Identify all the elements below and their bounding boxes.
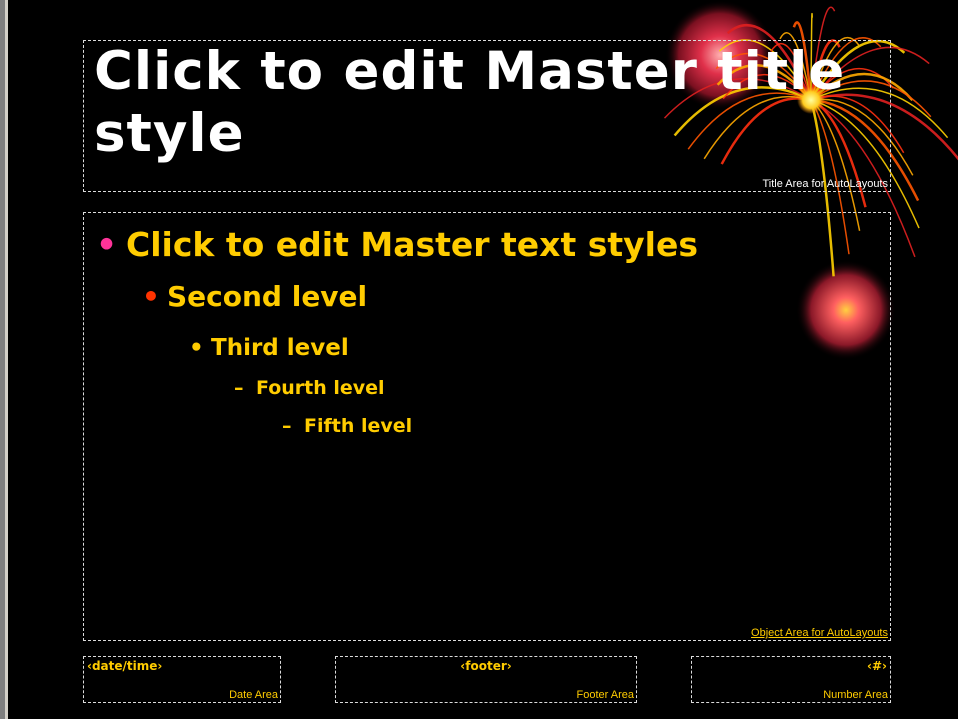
- bullet-level-4-icon: –: [234, 377, 244, 399]
- bullet-level-3-icon: •: [189, 335, 204, 361]
- date-area-label: Date Area: [229, 689, 278, 701]
- master-title-text[interactable]: Click to edit Master title style: [94, 41, 874, 165]
- bullet-level-2-icon: •: [142, 280, 160, 313]
- text-level-4[interactable]: – Fourth level: [234, 375, 385, 401]
- text-level-3-label: Third level: [211, 335, 349, 361]
- number-field[interactable]: ‹#›: [867, 658, 887, 674]
- text-level-5[interactable]: – Fifth level: [282, 413, 412, 439]
- bullet-level-5-icon: –: [282, 415, 292, 437]
- date-field[interactable]: ‹date/time›: [87, 658, 162, 674]
- text-level-1[interactable]: • Click to edit Master text styles: [96, 223, 698, 267]
- text-level-1-label: Click to edit Master text styles: [126, 225, 698, 264]
- text-level-3[interactable]: • Third level: [189, 333, 349, 363]
- footer-area-label: Footer Area: [576, 689, 634, 701]
- object-placeholder[interactable]: • Click to edit Master text styles • Secon…: [83, 212, 891, 641]
- date-placeholder[interactable]: ‹date/time› Date Area: [83, 656, 281, 703]
- text-level-4-label: Fourth level: [256, 377, 385, 399]
- number-area-label: Number Area: [823, 689, 888, 701]
- text-level-5-label: Fifth level: [304, 415, 413, 437]
- title-area-label: Title Area for AutoLayouts: [762, 178, 888, 190]
- bullet-level-1-icon: •: [96, 225, 118, 264]
- footer-field[interactable]: ‹footer›: [336, 658, 636, 674]
- text-level-2-label: Second level: [167, 280, 368, 313]
- footer-placeholder[interactable]: ‹footer› Footer Area: [335, 656, 637, 703]
- title-placeholder[interactable]: Click to edit Master title style Title A…: [83, 40, 891, 192]
- object-area-label: Object Area for AutoLayouts: [751, 627, 888, 639]
- slide-master-canvas[interactable]: Click to edit Master title style Title A…: [8, 0, 958, 719]
- number-placeholder[interactable]: ‹#› Number Area: [691, 656, 891, 703]
- text-level-2[interactable]: • Second level: [142, 279, 367, 315]
